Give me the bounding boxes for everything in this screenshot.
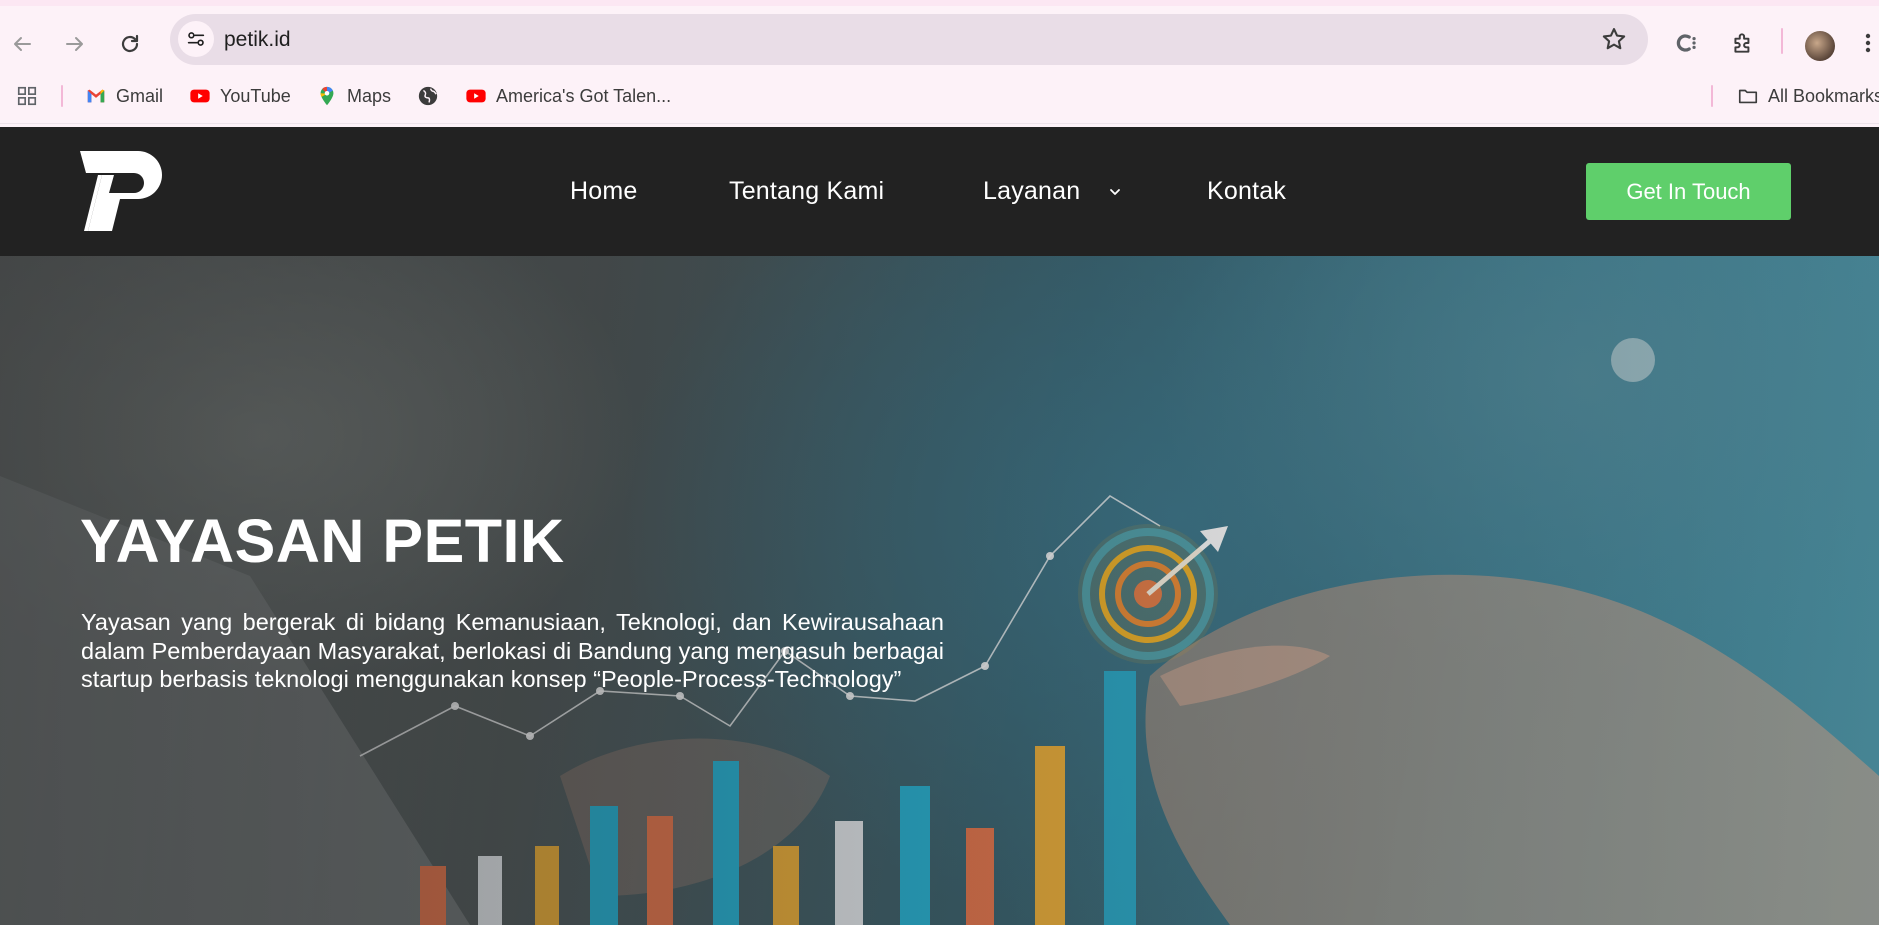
bookmarks-divider	[1711, 85, 1713, 107]
bookmarks-divider	[61, 85, 63, 107]
hero-description: Yayasan yang bergerak di bidang Kemanusi…	[81, 609, 944, 692]
bookmark-gmail[interactable]: Gmail	[85, 82, 163, 110]
site-info-button[interactable]	[178, 21, 214, 57]
tune-icon	[187, 32, 205, 46]
gmail-icon	[87, 89, 105, 103]
arrow-left-icon	[14, 37, 31, 51]
nav-kontak[interactable]: Kontak	[1207, 177, 1286, 206]
bookmark-agt[interactable]: America's Got Talen...	[465, 82, 671, 110]
back-button[interactable]	[4, 26, 40, 62]
browser-toolbar: petik.id	[0, 6, 1879, 72]
extension-button[interactable]	[1670, 26, 1704, 60]
chrome-menu-button[interactable]	[1858, 26, 1878, 60]
petik-logo[interactable]	[80, 151, 162, 231]
nav-home[interactable]: Home	[570, 177, 638, 206]
bookmark-label: Maps	[347, 85, 392, 106]
bookmark-youtube[interactable]: YouTube	[189, 82, 291, 110]
bookmark-label: America's Got Talen...	[496, 85, 672, 106]
hero-title: YAYASAN PETIK	[80, 507, 565, 575]
youtube-icon	[190, 89, 210, 103]
reload-button[interactable]	[112, 26, 148, 62]
profile-avatar[interactable]	[1805, 31, 1835, 61]
site-header: Home Tentang Kami Layanan Kontak Get In …	[0, 127, 1879, 256]
address-bar[interactable]: petik.id	[170, 14, 1648, 65]
maps-icon	[320, 86, 334, 106]
hero-overlay	[0, 256, 1879, 925]
toolbar-divider	[1781, 28, 1783, 54]
reload-icon	[121, 34, 139, 53]
bookmarks-bar: Gmail YouTube Maps America's Got Talen..…	[0, 72, 1879, 124]
hero-section: YAYASAN PETIK Yayasan yang bergerak di b…	[0, 256, 1879, 925]
get-in-touch-button[interactable]: Get In Touch	[1586, 163, 1791, 220]
nav-tentang-kami[interactable]: Tentang Kami	[729, 177, 884, 206]
all-bookmarks-button[interactable]: All Bookmarks	[1737, 82, 1879, 110]
apps-grid-icon	[17, 86, 37, 106]
all-bookmarks-label: All Bookmarks	[1768, 85, 1879, 106]
bookmark-label: YouTube	[220, 85, 291, 106]
forward-button[interactable]	[57, 26, 93, 62]
extension-c-icon	[1676, 34, 1696, 52]
folder-icon	[1738, 89, 1758, 104]
nav-layanan[interactable]: Layanan	[983, 177, 1080, 206]
bookmark-star-icon[interactable]	[1600, 25, 1628, 53]
globe-icon	[418, 86, 438, 106]
puzzle-icon	[1734, 33, 1750, 53]
youtube-icon	[466, 89, 486, 103]
extensions-menu-button[interactable]	[1726, 26, 1760, 60]
bookmark-globe[interactable]	[417, 82, 439, 110]
arrow-right-icon	[66, 37, 83, 51]
bookmark-label: Gmail	[116, 85, 164, 106]
more-vert-icon	[1865, 33, 1871, 53]
chevron-down-icon[interactable]	[1108, 185, 1122, 199]
bookmark-maps[interactable]: Maps	[316, 82, 391, 110]
apps-button[interactable]	[16, 82, 38, 110]
url-text[interactable]: petik.id	[224, 28, 291, 52]
